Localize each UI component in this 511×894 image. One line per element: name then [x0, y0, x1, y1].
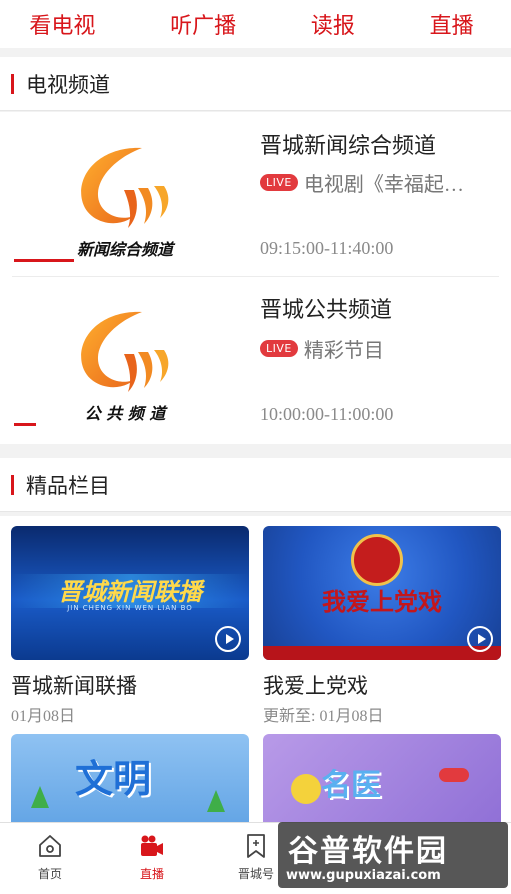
section-marker [11, 474, 14, 495]
program-title: 精彩节目 [303, 340, 384, 362]
tree-icon [31, 786, 49, 808]
thumb-title: 文明 [75, 757, 152, 801]
program-date: 更新至: 01月08日 [263, 708, 384, 725]
section-title: 精品栏目 [26, 473, 110, 498]
thumb-subtitle: JIN CHENG XIN WEN LIAN BO [67, 604, 193, 612]
bookmark-icon [247, 834, 265, 858]
channel-logo-text: 新闻综合频道 [76, 240, 173, 259]
channel-name: 晋城新闻综合频道 [260, 133, 437, 158]
program-title: 晋城新闻联播 [11, 674, 137, 698]
nav-home[interactable]: 首页 [20, 833, 80, 882]
live-badge: LIVE [260, 174, 298, 191]
channel-logo-text: 公 共 频 道 [84, 404, 166, 423]
program-card[interactable]: 文明 [11, 734, 249, 834]
program-date: 01月08日 [11, 708, 76, 725]
pill-icon [439, 768, 469, 782]
section-marker [11, 73, 14, 94]
nav-jincheng-hao[interactable]: 晋城号 [226, 833, 286, 882]
mascot-icon [291, 774, 321, 804]
channel-program: LIVE 电视剧《幸福起… [260, 168, 500, 197]
tab-watch-tv[interactable]: 看电视 [21, 8, 103, 40]
tv-channels-header: 电视频道 [0, 57, 511, 111]
nav-label: 晋城号 [237, 867, 274, 881]
featured-header: 精品栏目 [0, 458, 511, 512]
channel-logo: 新闻综合频道 [12, 120, 238, 270]
play-icon[interactable] [467, 626, 493, 652]
channel-logo: 公 共 频 道 [12, 284, 238, 434]
nav-label: 直播 [139, 867, 164, 881]
home-icon [39, 835, 61, 857]
program-thumbnail: 我爱上党戏 [263, 526, 501, 660]
program-card[interactable]: 名医 [263, 734, 501, 834]
tree-icon [207, 790, 225, 812]
tab-newspaper[interactable]: 读报 [303, 8, 363, 40]
watermark-text: 谷普软件园 [288, 834, 448, 869]
play-icon[interactable] [215, 626, 241, 652]
video-camera-icon [141, 835, 163, 856]
thumb-title: 晋城新闻联播 [58, 578, 202, 606]
channel-item[interactable]: 新闻综合频道 晋城新闻综合频道 LIVE 电视剧《幸福起… 09:15:00-1… [0, 112, 511, 278]
program-thumbnail: 文明 [11, 734, 249, 834]
program-title: 电视剧《幸福起… [303, 174, 464, 196]
thumb-title: 名医 [321, 768, 381, 803]
thumb-title: 我爱上党戏 [322, 587, 442, 616]
program-card[interactable]: 我爱上党戏 我爱上党戏 更新至: 01月08日 [263, 526, 501, 726]
section-title: 电视频道 [26, 72, 110, 97]
channel-logo-underline [14, 423, 36, 426]
channel-name: 晋城公共频道 [260, 297, 393, 322]
opera-mask-emblem [351, 534, 403, 586]
program-thumbnail: 晋城新闻联播 JIN CHENG XIN WEN LIAN BO [11, 526, 249, 660]
program-time: 09:15:00-11:40:00 [260, 238, 394, 258]
program-title: 我爱上党戏 [263, 674, 368, 698]
program-card[interactable]: 晋城新闻联播 JIN CHENG XIN WEN LIAN BO 晋城新闻联播 … [11, 526, 249, 726]
channel-item[interactable]: 公 共 频 道 晋城公共频道 LIVE 精彩节目 10:00:00-11:00:… [0, 278, 511, 444]
watermark-url: www.gupuxiazai.com [286, 868, 441, 883]
channel-logo-icon [81, 311, 169, 392]
nav-label: 首页 [37, 867, 62, 881]
program-time: 10:00:00-11:00:00 [260, 404, 394, 424]
program-thumbnail: 名医 [263, 734, 501, 834]
channel-divider [12, 276, 499, 277]
site-watermark: 谷普软件园 www.gupuxiazai.com [278, 822, 508, 888]
thumb-stage-strip [263, 646, 501, 660]
tab-live[interactable]: 直播 [422, 8, 482, 40]
channel-logo-underline [14, 259, 74, 262]
live-badge: LIVE [260, 340, 298, 357]
tab-radio[interactable]: 听广播 [162, 8, 244, 40]
nav-live[interactable]: 直播 [122, 833, 182, 882]
top-tab-bar: 看电视 听广播 读报 直播 [0, 0, 511, 48]
channel-logo-icon [81, 147, 169, 228]
channel-program: LIVE 精彩节目 [260, 334, 500, 363]
channel-list: 新闻综合频道 晋城新闻综合频道 LIVE 电视剧《幸福起… 09:15:00-1… [0, 112, 511, 444]
